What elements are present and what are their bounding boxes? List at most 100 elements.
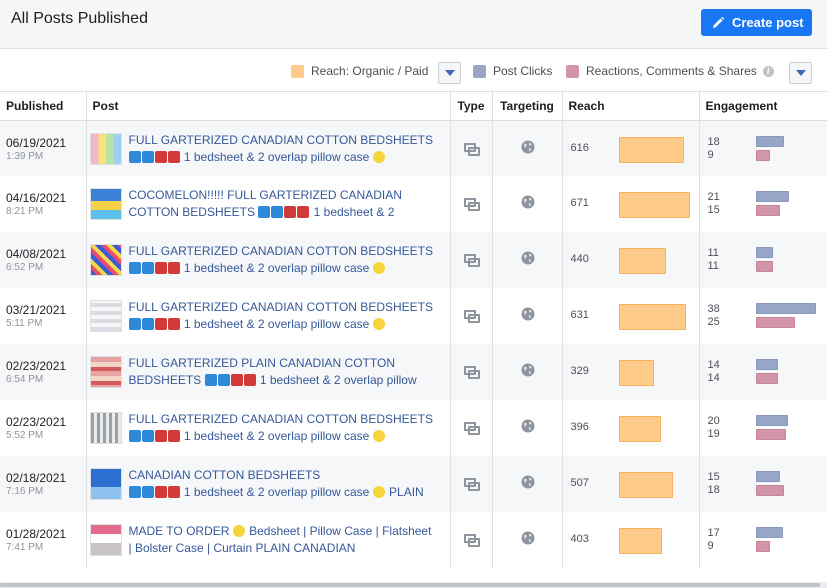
legend-reach-label: Reach: Organic / Paid <box>311 64 429 78</box>
bed-emoji-icon <box>167 150 180 163</box>
emoji-row <box>128 261 184 275</box>
post-link[interactable]: FULL GARTERIZED CANADIAN COTTON BEDSHEET… <box>128 299 435 333</box>
post-date: 06/19/2021 <box>6 135 67 150</box>
post-thumbnail[interactable] <box>89 244 122 276</box>
col-type[interactable]: Type <box>450 92 493 121</box>
targeting-cell <box>492 176 563 232</box>
clicks-bar <box>755 359 778 370</box>
post-link[interactable]: FULL GARTERIZED CANADIAN COTTON BEDSHEET… <box>128 243 435 277</box>
post-thumbnail[interactable] <box>89 524 122 556</box>
published-cell: 03/21/2021 5:11 PM <box>0 288 87 344</box>
reactions-value: 9 <box>707 540 714 552</box>
post-link[interactable]: MADE TO ORDER Bedsheet | Pillow Case | F… <box>129 523 435 557</box>
clicks-value: 20 <box>707 415 720 427</box>
post-link[interactable]: FULL GARTERIZED PLAIN CANADIAN COTTON BE… <box>129 355 435 389</box>
published-cell: 02/18/2021 7:16 PM <box>0 456 87 512</box>
post-link[interactable]: CANADIAN COTTON BEDSHEETS 1 bedsheet & 2… <box>128 467 435 501</box>
legend-bar: Reach: Organic / Paid Post Clicks Reacti… <box>0 50 827 92</box>
post-thumbnail[interactable] <box>89 356 122 388</box>
post-date: 04/08/2021 <box>6 247 67 261</box>
type-cell <box>450 232 493 288</box>
reactions-value: 18 <box>707 484 720 496</box>
post-time: 1:39 PM <box>6 150 44 162</box>
reach-dropdown[interactable] <box>438 62 461 84</box>
scrollbar-thumb[interactable] <box>0 583 820 587</box>
post-thumbnail[interactable] <box>89 300 122 332</box>
table-row[interactable]: 03/21/2021 5:11 PM FULL GARTERIZED CANADIA… <box>0 288 827 344</box>
post-thumbnail[interactable] <box>89 468 122 500</box>
col-engagement[interactable]: Engagement <box>699 92 827 121</box>
published-cell: 02/23/2021 5:52 PM <box>0 400 87 456</box>
reach-value: 507 <box>570 477 589 489</box>
targeting-cell <box>492 400 563 456</box>
package-emoji-icon <box>204 374 217 386</box>
sparkle-emoji-icon <box>372 486 385 498</box>
published-cell: 02/23/2021 6:54 PM <box>0 344 87 400</box>
clicks-bar <box>755 415 788 426</box>
post-link[interactable]: COCOMELON!!!!! FULL GARTERIZED CANADIAN … <box>129 187 435 221</box>
clicks-bar <box>755 471 780 482</box>
globe-icon <box>521 363 534 377</box>
reactions-bar <box>755 429 786 440</box>
reach-cell: 440 <box>562 232 700 288</box>
reach-bar <box>618 192 690 218</box>
globe-icon <box>521 140 534 153</box>
emoji-row <box>258 205 313 219</box>
clicks-value: 11 <box>707 247 719 259</box>
post-desc: 1 bedsheet & 2 overlap pillow case <box>183 429 370 443</box>
table-row[interactable]: 02/18/2021 7:16 PM CANADIAN COTTON BEDSHEE… <box>0 456 827 512</box>
col-published[interactable]: Published <box>0 92 87 121</box>
reach-bar <box>618 528 662 554</box>
post-title: CANADIAN COTTON BEDSHEETS <box>128 468 321 482</box>
reactions-bar <box>755 205 780 216</box>
reach-value: 440 <box>570 253 589 265</box>
emoji-row <box>128 317 184 331</box>
heart-emoji-icon <box>284 206 297 218</box>
globe-icon <box>521 419 534 433</box>
clicks-bar <box>755 247 773 258</box>
reach-value: 403 <box>570 533 589 545</box>
info-icon[interactable]: i <box>762 65 774 77</box>
reach-bar <box>618 416 661 442</box>
col-targeting[interactable]: Targeting <box>492 92 563 121</box>
table-row[interactable]: 02/23/2021 6:54 PM FULL GARTERIZED PLAIN C… <box>0 344 827 400</box>
post-thumbnail[interactable] <box>89 132 122 165</box>
reach-cell: 616 <box>562 120 700 176</box>
post-title: FULL GARTERIZED PLAIN CANADIAN COTTON <box>128 356 396 370</box>
table-row[interactable]: 04/16/2021 8:21 PM COCOMELON!!!!! FULL GAR… <box>0 176 827 232</box>
post-date: 03/21/2021 <box>6 303 67 317</box>
bed-emoji-icon <box>167 430 180 442</box>
engagement-dropdown[interactable] <box>789 62 812 84</box>
post-link[interactable]: FULL GARTERIZED CANADIAN COTTON BEDSHEET… <box>128 132 435 166</box>
type-cell <box>450 512 493 568</box>
clicks-bar <box>755 527 783 538</box>
post-thumbnail[interactable] <box>89 188 122 220</box>
targeting-cell <box>492 120 563 176</box>
post-cell: MADE TO ORDER Bedsheet | Pillow Case | F… <box>86 512 451 568</box>
table-row[interactable]: 06/19/2021 1:39 PM FULL GARTERIZED CANADIA… <box>0 120 827 176</box>
table-row[interactable]: 02/23/2021 5:52 PM FULL GARTERIZED CANADIA… <box>0 400 827 456</box>
post-date: 02/18/2021 <box>6 471 67 485</box>
page-title: All Posts Published <box>11 10 148 27</box>
bed-emoji-icon <box>167 262 180 274</box>
col-reach[interactable]: Reach <box>562 92 700 121</box>
reactions-value: 14 <box>707 372 720 384</box>
heart-emoji-icon <box>154 262 167 274</box>
create-post-label: Create post <box>732 15 804 30</box>
table-row[interactable]: 01/28/2021 7:41 PM MADE TO ORDER Bedsheet … <box>0 512 827 568</box>
post-thumbnail[interactable] <box>89 412 122 444</box>
album-type-icon <box>463 366 480 379</box>
col-post[interactable]: Post <box>86 92 451 121</box>
post-link[interactable]: FULL GARTERIZED CANADIAN COTTON BEDSHEET… <box>128 411 435 445</box>
package-emoji-icon <box>128 430 141 442</box>
published-cell: 04/08/2021 6:52 PM <box>0 232 87 288</box>
post-desc: 1 bedsheet & 2 overlap pillow case <box>183 149 370 164</box>
package-emoji-icon <box>141 150 154 163</box>
create-post-button[interactable]: Create post <box>701 9 812 36</box>
reach-bar <box>618 136 684 163</box>
reactions-bar <box>755 149 770 161</box>
post-time: 7:16 PM <box>6 486 44 497</box>
table-row[interactable]: 04/08/2021 6:52 PM FULL GARTERIZED CANADIA… <box>0 232 827 288</box>
album-type-icon <box>463 422 480 435</box>
horizontal-scrollbar[interactable] <box>0 582 827 588</box>
